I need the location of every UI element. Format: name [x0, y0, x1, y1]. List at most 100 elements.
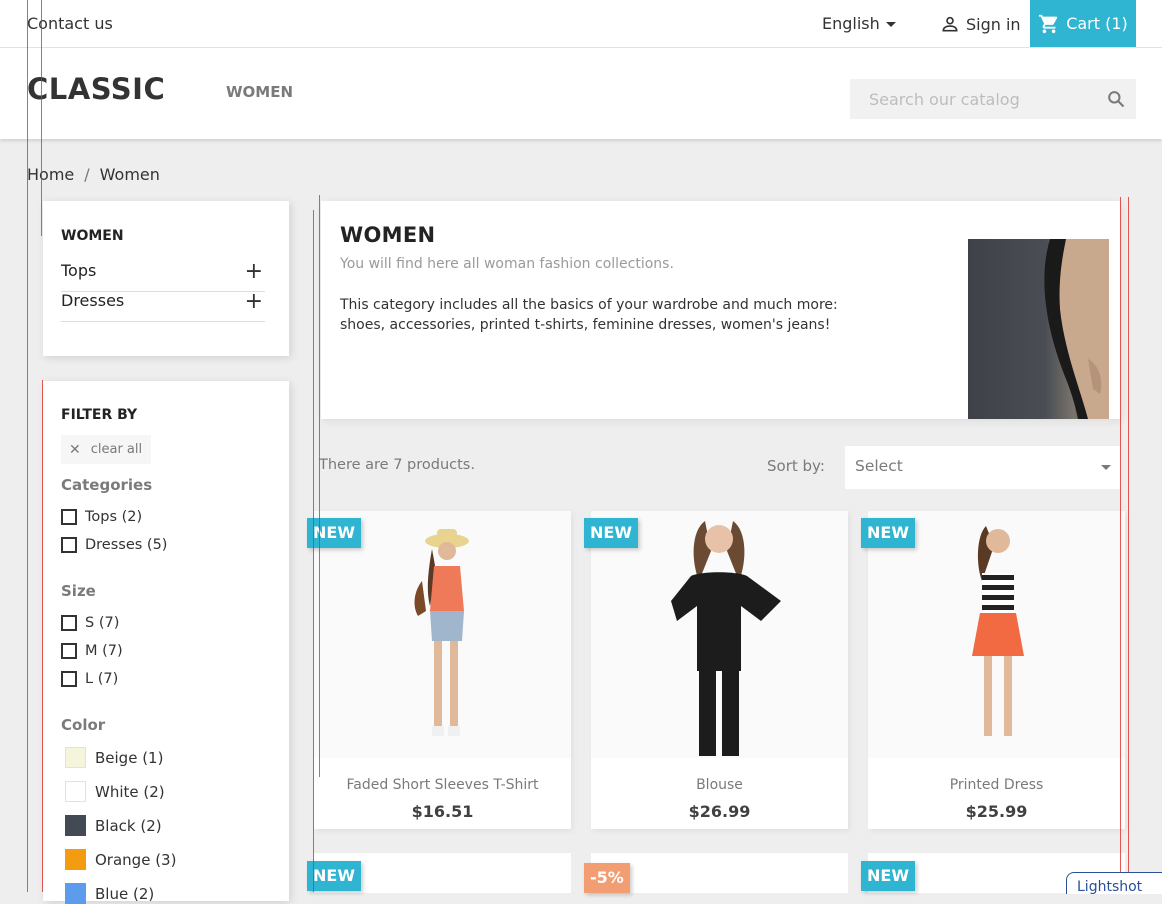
contact-us-link[interactable]: Contact us: [27, 14, 113, 33]
category-tree-panel: WOMEN Tops + Dresses +: [43, 201, 289, 356]
color-swatch[interactable]: [65, 781, 86, 802]
product-badge-new: NEW: [584, 518, 638, 548]
filter-option-label: Orange (3): [95, 850, 177, 869]
user-icon: [942, 16, 958, 32]
sort-select-value: Select: [855, 457, 903, 475]
color-swatch[interactable]: [65, 883, 86, 904]
checkbox[interactable]: [61, 509, 77, 525]
category-image-graphic: [1044, 239, 1109, 419]
product-name[interactable]: Blouse: [591, 777, 848, 793]
filter-option-label: Tops (2): [85, 509, 143, 525]
product-badge-new: NEW: [307, 861, 361, 891]
sign-in-label: Sign in: [966, 14, 1021, 34]
filter-option-size-m[interactable]: M (7): [61, 643, 123, 659]
product-price: $16.51: [411, 802, 474, 821]
category-item-tops[interactable]: Tops +: [61, 261, 265, 292]
category-cover-image: [968, 239, 1109, 419]
filter-option-size-s[interactable]: S (7): [61, 615, 119, 631]
filter-option-label: Black (2): [95, 816, 162, 835]
guide-line: [313, 210, 314, 892]
product-badge-discount: -5%: [584, 863, 630, 893]
clear-all-label: clear all: [90, 442, 143, 457]
menu-item-women[interactable]: WOMEN: [226, 83, 293, 101]
category-subtitle: You will find here all woman fashion col…: [340, 256, 674, 272]
product-card[interactable]: Blouse $26.99: [591, 511, 848, 829]
product-count: There are 7 products.: [319, 457, 475, 473]
cart-label: Cart (1): [1066, 14, 1128, 33]
checkbox[interactable]: [61, 671, 77, 687]
sort-select[interactable]: Select: [845, 446, 1121, 489]
category-item-label: Tops: [61, 261, 97, 280]
filter-title: FILTER BY: [61, 407, 138, 423]
breadcrumb-separator: /: [84, 165, 90, 184]
breadcrumb: Home / Women: [27, 165, 160, 184]
checkbox[interactable]: [61, 615, 77, 631]
caret-down-icon: [885, 22, 896, 27]
facet-title-categories: Categories: [61, 476, 153, 494]
product-photo-graphic: [414, 529, 469, 736]
filter-panel: FILTER BY ✕ clear all Categories Tops (2)…: [43, 381, 289, 904]
breadcrumb-home[interactable]: Home: [27, 165, 74, 184]
category-title: WOMEN: [340, 223, 436, 247]
sign-in-link[interactable]: Sign in: [940, 14, 1021, 34]
filter-option-white[interactable]: White (2): [65, 781, 165, 802]
search-input[interactable]: [850, 79, 1109, 119]
product-photo-graphic: [972, 526, 1024, 736]
category-item-label: Dresses: [61, 291, 125, 310]
filter-option-label: L (7): [85, 671, 119, 687]
guide-line: [1128, 197, 1129, 892]
filter-option-black[interactable]: Black (2): [65, 815, 162, 836]
checkbox[interactable]: [61, 537, 77, 553]
category-tree-title[interactable]: WOMEN: [61, 228, 124, 244]
filter-option-label: S (7): [85, 615, 120, 631]
facet-title-color: Color: [61, 716, 106, 734]
cart-icon: [1039, 14, 1058, 33]
product-image[interactable]: [591, 511, 848, 758]
category-description-line: This category includes all the basics of…: [340, 297, 838, 313]
filter-option-label: M (7): [85, 643, 123, 659]
filter-option-tops[interactable]: Tops (2): [61, 509, 142, 525]
product-price: $25.99: [965, 802, 1028, 821]
product-photo-graphic: [671, 521, 781, 756]
color-swatch[interactable]: [65, 815, 86, 836]
search-box: [850, 79, 1136, 119]
guide-line: [27, 0, 28, 892]
filter-option-size-l[interactable]: L (7): [61, 671, 118, 687]
color-swatch[interactable]: [65, 849, 86, 870]
product-image[interactable]: [314, 511, 571, 758]
checkbox[interactable]: [61, 643, 77, 659]
language-selector[interactable]: English: [822, 14, 896, 33]
shop-logo[interactable]: CLASSIC: [27, 72, 165, 106]
product-card[interactable]: Printed Dress $25.99: [868, 511, 1125, 829]
product-name[interactable]: Faded Short Sleeves T-Shirt: [314, 777, 571, 793]
filter-option-blue[interactable]: Blue (2): [65, 883, 154, 904]
facet-title-size: Size: [61, 582, 96, 600]
clear-all-button[interactable]: ✕ clear all: [61, 435, 151, 464]
expand-plus-icon[interactable]: +: [245, 291, 263, 313]
filter-option-label: Beige (1): [95, 748, 164, 767]
breadcrumb-current[interactable]: Women: [100, 165, 160, 184]
language-label: English: [822, 14, 880, 33]
product-card[interactable]: Faded Short Sleeves T-Shirt $16.51: [314, 511, 571, 829]
filter-option-orange[interactable]: Orange (3): [65, 849, 176, 870]
guide-line: [42, 380, 43, 892]
category-description-block: WOMEN You will find here all woman fashi…: [321, 201, 1120, 419]
color-swatch[interactable]: [65, 747, 86, 768]
close-icon: ✕: [69, 441, 81, 458]
filter-option-label: Blue (2): [95, 884, 155, 903]
guide-line: [319, 195, 320, 777]
cart-button[interactable]: Cart (1): [1030, 0, 1136, 47]
filter-option-label: Dresses (5): [85, 537, 168, 553]
product-name[interactable]: Printed Dress: [868, 777, 1125, 793]
filter-option-beige[interactable]: Beige (1): [65, 747, 163, 768]
filter-option-label: White (2): [95, 782, 165, 801]
filter-option-dresses[interactable]: Dresses (5): [61, 537, 167, 553]
product-badge-new: NEW: [861, 518, 915, 548]
category-description: This category includes all the basics of…: [340, 295, 880, 335]
product-badge-new: NEW: [307, 518, 361, 548]
lightshot-overlay[interactable]: Lightshot: [1066, 872, 1162, 895]
expand-plus-icon[interactable]: +: [245, 261, 263, 283]
category-item-dresses[interactable]: Dresses +: [61, 291, 265, 322]
product-image[interactable]: [868, 511, 1125, 758]
search-icon[interactable]: [1106, 89, 1126, 109]
